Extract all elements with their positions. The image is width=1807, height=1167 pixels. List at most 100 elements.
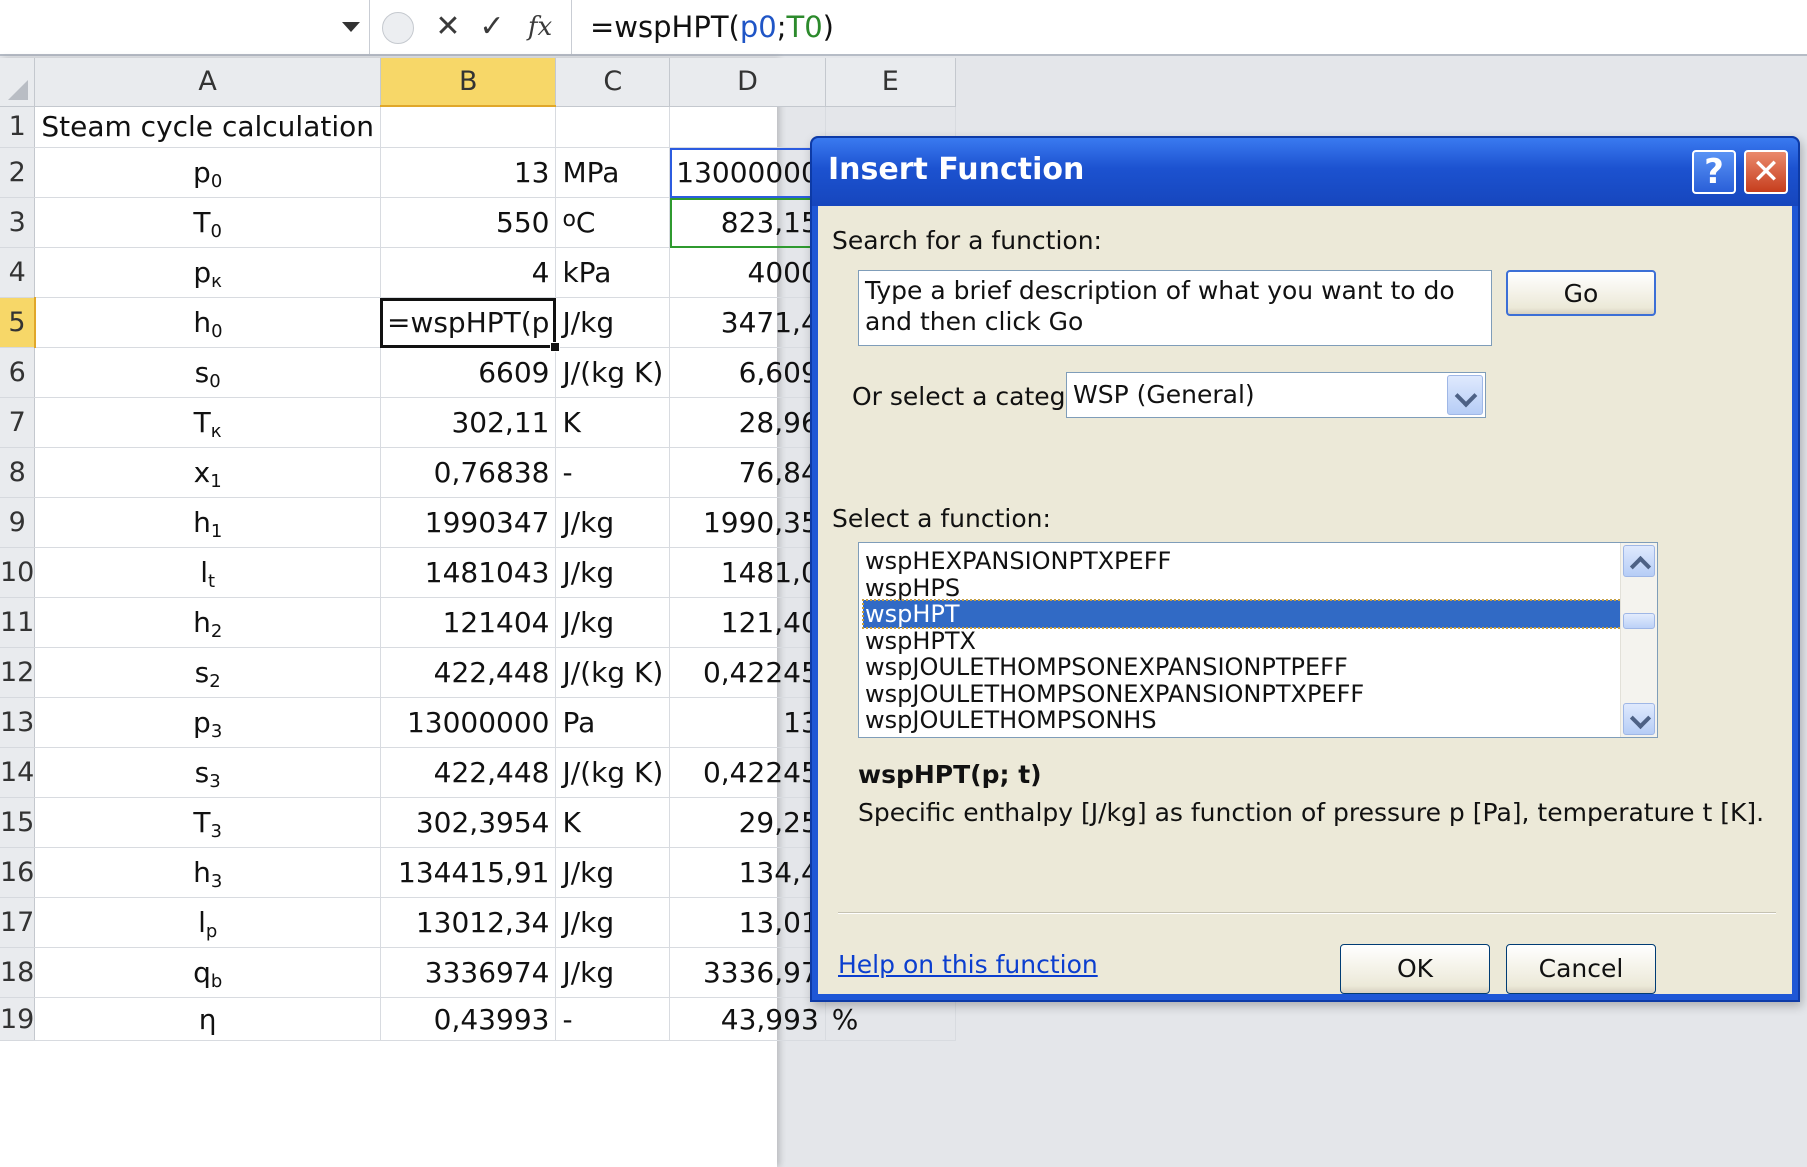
cell-b18[interactable]: 3336974 [380,947,557,998]
cell-a13[interactable]: p3 [34,697,381,748]
cell-a3[interactable]: T0 [34,197,381,248]
row-header[interactable]: 2 [0,147,36,198]
cell-d15[interactable]: 29,25 [669,797,826,848]
scroll-thumb[interactable] [1623,613,1655,629]
ok-button[interactable]: OK [1340,944,1490,994]
cell-a15[interactable]: T3 [34,797,381,848]
dialog-titlebar[interactable]: Insert Function ? ✕ [812,138,1798,206]
cell-d17[interactable]: 13,01 [669,897,826,948]
fill-handle[interactable] [550,342,561,352]
cell-c11[interactable]: J/kg [555,597,671,648]
cell-a6[interactable]: s0 [34,347,381,398]
cell-d9[interactable]: 1990,35 [669,497,826,548]
cell-d11[interactable]: 121,40 [669,597,826,648]
cell-b5[interactable]: =wspHPT(p [380,297,561,352]
function-list-item[interactable]: wspHEXPANSIONPTXPEFF [863,547,1627,575]
cell-c17[interactable]: J/kg [555,897,671,948]
cell-b19[interactable]: 0,43993 [380,997,557,1041]
cell-a1[interactable]: Steam cycle calculation [34,106,381,148]
cell-b9[interactable]: 1990347 [380,497,557,548]
cell-e19[interactable]: % [825,997,956,1041]
row-header[interactable]: 16 [0,847,36,898]
cell-a8[interactable]: x1 [34,447,381,498]
cell-c4[interactable]: kPa [555,247,671,298]
scroll-up-icon[interactable] [1623,545,1655,578]
row-header[interactable]: 18 [0,947,36,998]
cell-b13[interactable]: 13000000 [380,697,557,748]
cell-d10[interactable]: 1481,0 [669,547,826,598]
cell-b2[interactable]: 13 [380,147,557,198]
cell-a4[interactable]: pк [34,247,381,298]
cell-a2[interactable]: p0 [34,147,381,198]
cell-a11[interactable]: h2 [34,597,381,648]
column-header-e[interactable]: E [825,58,956,107]
cell-a7[interactable]: Tк [34,397,381,448]
cell-c14[interactable]: J/(kg K) [555,747,671,798]
cell-b8[interactable]: 0,76838 [380,447,557,498]
cell-c3[interactable]: oC [555,197,671,248]
cell-d18[interactable]: 3336,97 [669,947,826,998]
name-box[interactable] [0,0,370,54]
row-header[interactable]: 19 [0,997,36,1041]
cell-c13[interactable]: Pa [555,697,671,748]
function-list-item[interactable]: wspHPTX [863,627,1627,655]
row-header[interactable]: 1 [0,106,36,148]
cell-d1[interactable] [669,106,826,148]
cell-c18[interactable]: J/kg [555,947,671,998]
cell-c7[interactable]: K [555,397,671,448]
scroll-down-icon[interactable] [1623,703,1655,735]
row-header[interactable]: 11 [0,597,36,648]
formula-bar-splitter-icon[interactable] [382,12,414,44]
row-header[interactable]: 15 [0,797,36,848]
cell-c16[interactable]: J/kg [555,847,671,898]
chevron-down-icon[interactable] [1447,375,1483,415]
cell-c8[interactable]: - [555,447,671,498]
cell-b1[interactable] [380,106,557,148]
close-button[interactable]: ✕ [1744,150,1788,194]
cell-b7[interactable]: 302,11 [380,397,557,448]
cell-b14[interactable]: 422,448 [380,747,557,798]
select-all-corner[interactable] [0,58,36,107]
cell-c19[interactable]: - [555,997,671,1041]
cell-a16[interactable]: h3 [34,847,381,898]
row-header[interactable]: 6 [0,347,36,398]
cell-b4[interactable]: 4 [380,247,557,298]
function-list-item[interactable]: wspHPT [862,599,1628,629]
row-header[interactable]: 14 [0,747,36,798]
cell-b12[interactable]: 422,448 [380,647,557,698]
cell-c12[interactable]: J/(kg K) [555,647,671,698]
search-input[interactable]: Type a brief description of what you wan… [858,270,1492,346]
function-list-item[interactable]: wspHPS [863,574,1627,602]
row-header[interactable]: 17 [0,897,36,948]
row-header[interactable]: 8 [0,447,36,498]
function-list[interactable]: wspHEXPANSIONPTXPEFF wspHPS wspHPT wspHPTX w… [858,542,1658,738]
name-box-dropdown-icon[interactable] [342,22,360,32]
cell-d8[interactable]: 76,84 [669,447,826,498]
cell-a10[interactable]: lt [34,547,381,598]
column-header-d[interactable]: D [669,58,826,107]
function-list-item[interactable]: wspJOULETHOMPSONEXPANSIONPTXPEFF [863,680,1627,708]
cell-a9[interactable]: h1 [34,497,381,548]
cell-d14[interactable]: 0,42245 [669,747,826,798]
cell-b3[interactable]: 550 [380,197,557,248]
insert-function-icon[interactable]: fx [520,8,560,46]
go-button[interactable]: Go [1506,270,1656,316]
cell-a17[interactable]: lp [34,897,381,948]
cell-c1[interactable] [555,106,671,148]
cell-d3[interactable]: 823,15 [669,197,826,248]
row-header[interactable]: 9 [0,497,36,548]
cell-a5[interactable]: h0 [34,297,381,348]
help-button[interactable]: ? [1692,150,1736,194]
column-header-a[interactable]: A [34,58,381,107]
function-list-item[interactable]: wspJOULETHOMPSONEXPANSIONPTPEFF [863,653,1627,681]
formula-input[interactable]: =wspHPT(p0;T0) [590,6,834,48]
row-header[interactable]: 7 [0,397,36,448]
function-list-scrollbar[interactable] [1620,543,1657,737]
row-header[interactable]: 13 [0,697,36,748]
cell-a12[interactable]: s2 [34,647,381,698]
category-select[interactable]: WSP (General) [1066,372,1486,418]
cell-b15[interactable]: 302,3954 [380,797,557,848]
row-header[interactable]: 5 [0,297,36,348]
cell-d6[interactable]: 6,609 [669,347,826,398]
cell-a19[interactable]: η [34,997,381,1041]
